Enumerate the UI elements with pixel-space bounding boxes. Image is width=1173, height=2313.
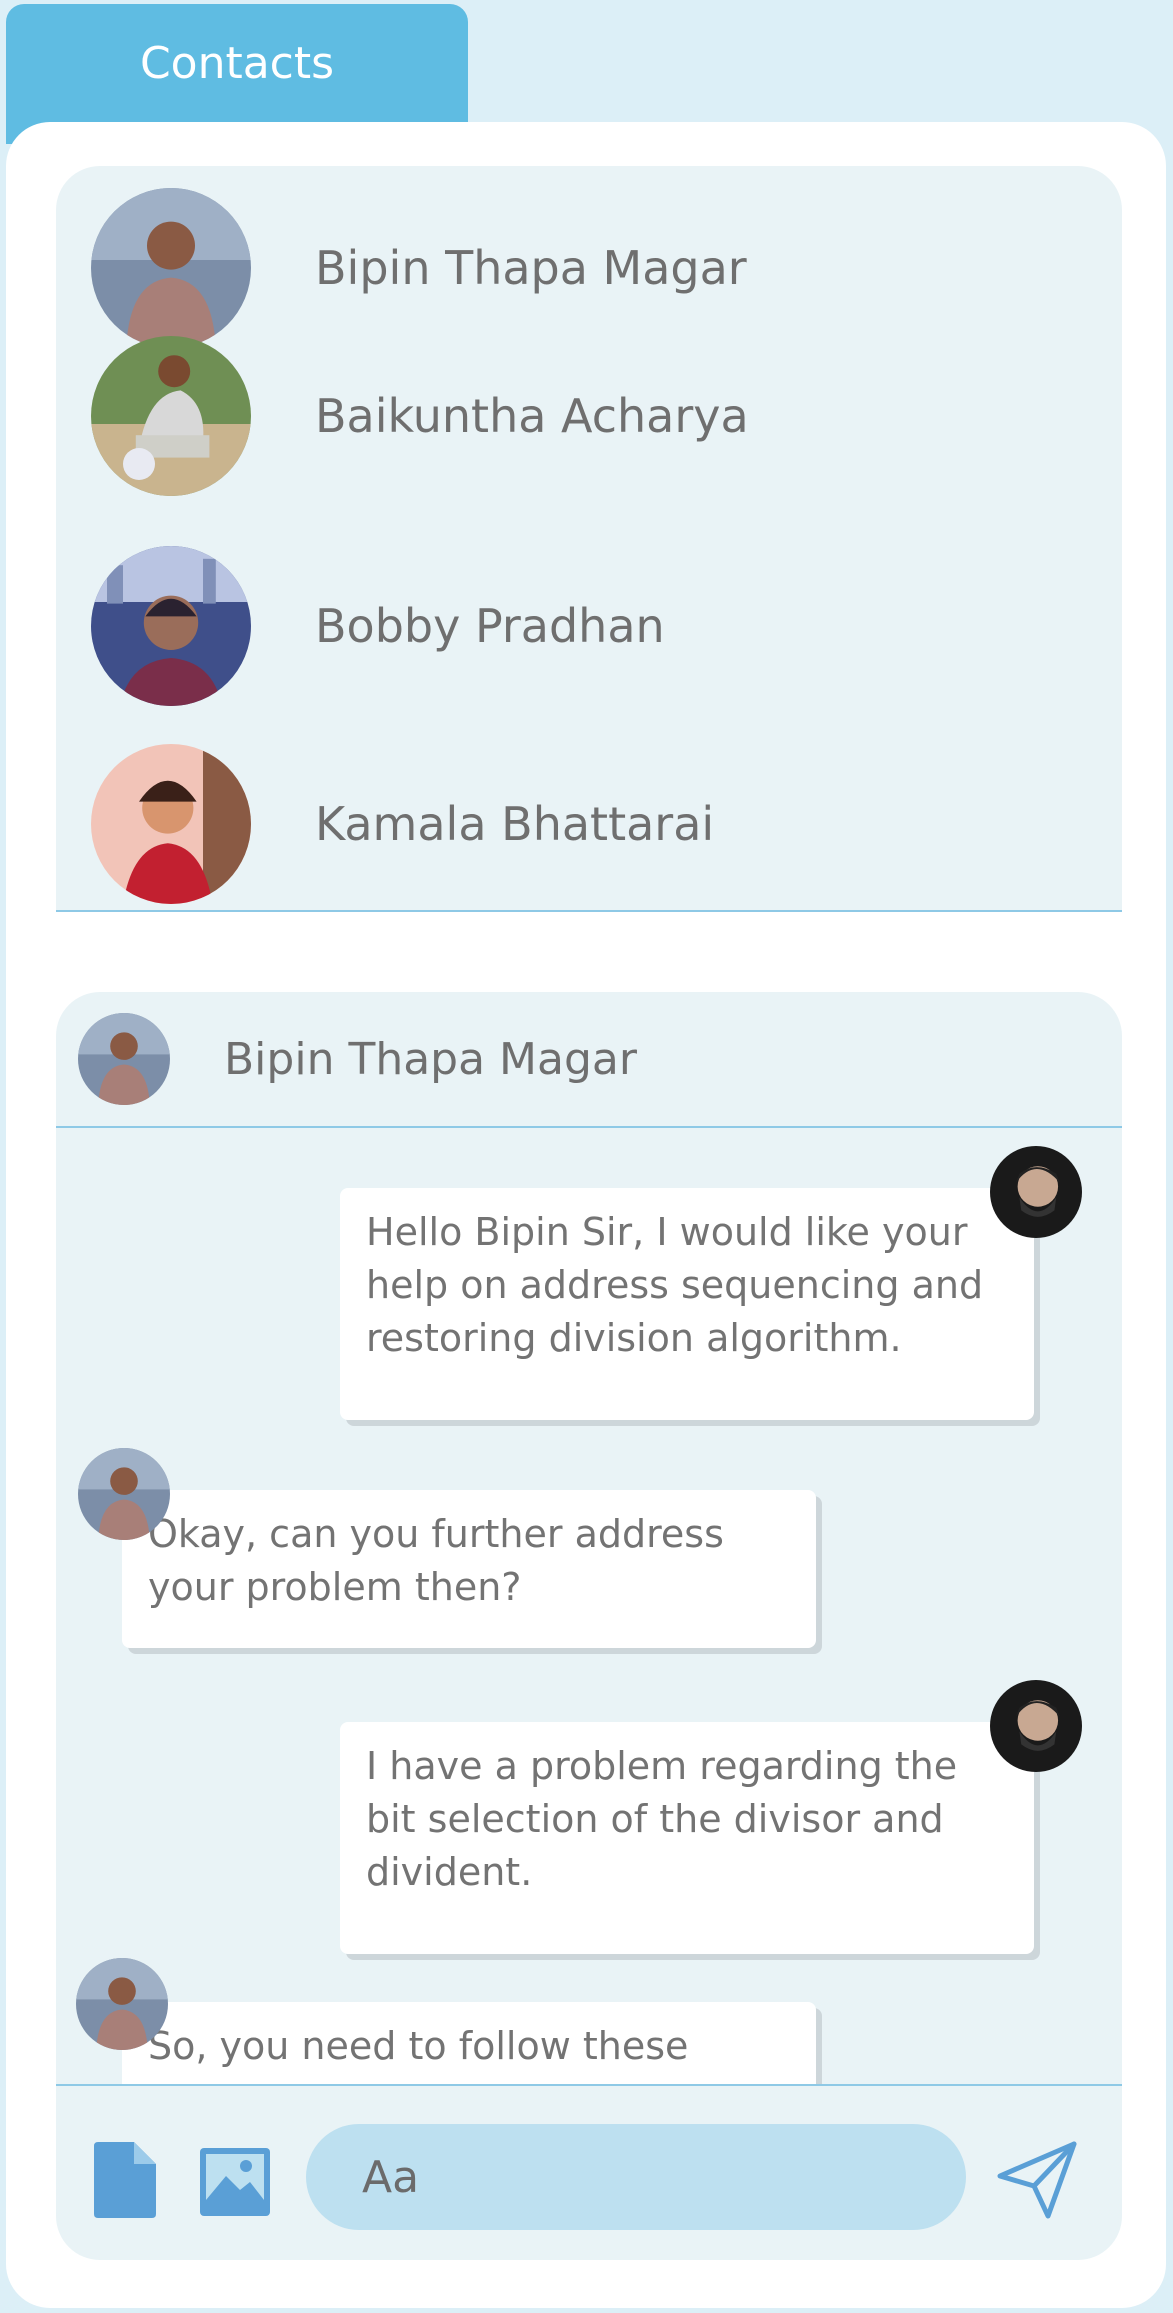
message-bubble-sent: I have a problem regarding the bit selec… (340, 1722, 1034, 1954)
message-text: Hello Bipin Sir, I would like your help … (366, 1210, 984, 1360)
avatar (91, 744, 251, 904)
contact-item[interactable]: Kamala Bhattarai (91, 744, 1091, 904)
message-text: Okay, can you further address your probl… (148, 1512, 724, 1609)
contact-list[interactable]: Bipin Thapa Magar Baikuntha Acharya Bobb… (56, 166, 1122, 912)
contact-name: Kamala Bhattarai (315, 797, 715, 851)
file-icon[interactable] (90, 2142, 156, 2218)
message-input[interactable] (306, 2124, 966, 2230)
message-list[interactable]: Hello Bipin Sir, I would like your help … (56, 1130, 1122, 2084)
main-card: Bipin Thapa Magar Baikuntha Acharya Bobb… (6, 122, 1166, 2308)
message-composer (56, 2084, 1122, 2260)
avatar (91, 336, 251, 496)
contact-item[interactable]: Bobby Pradhan (91, 546, 1091, 706)
avatar (990, 1146, 1082, 1238)
contact-item[interactable]: Baikuntha Acharya (91, 336, 1091, 496)
avatar (990, 1680, 1082, 1772)
message-bubble-sent: Hello Bipin Sir, I would like your help … (340, 1188, 1034, 1420)
avatar (78, 1013, 170, 1105)
chat-header: Bipin Thapa Magar (56, 992, 1122, 1128)
contact-name: Baikuntha Acharya (315, 389, 749, 443)
contact-name: Bipin Thapa Magar (315, 241, 747, 295)
avatar (76, 1958, 168, 2050)
message-bubble-received: Okay, can you further address your probl… (122, 1490, 816, 1648)
send-icon[interactable] (996, 2140, 1078, 2220)
tab-contacts-label: Contacts (139, 38, 335, 89)
chat-contact-name: Bipin Thapa Magar (224, 1033, 637, 1085)
message-bubble-received: So, you need to follow these (122, 2002, 816, 2084)
chat-panel: Bipin Thapa Magar Hello Bipin Sir, I wou… (56, 992, 1122, 2260)
message-text: So, you need to follow these (148, 2024, 689, 2068)
contact-item[interactable]: Bipin Thapa Magar (91, 188, 1091, 348)
avatar (91, 188, 251, 348)
avatar (78, 1448, 170, 1540)
image-icon[interactable] (198, 2146, 272, 2218)
contact-name: Bobby Pradhan (315, 599, 665, 653)
avatar (91, 546, 251, 706)
message-text: I have a problem regarding the bit selec… (366, 1744, 958, 1894)
